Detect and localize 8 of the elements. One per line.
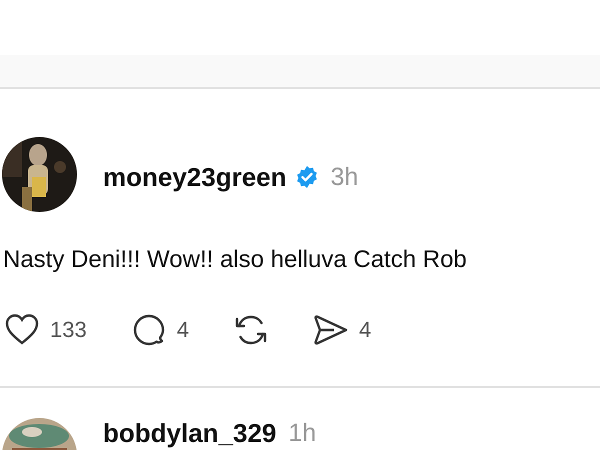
post-time: 1h: [288, 420, 316, 446]
post-text: Nasty Deni!!! Wow!! also helluva Catch Rob: [3, 246, 468, 274]
username[interactable]: bobdylan_329: [103, 420, 276, 446]
share-button[interactable]: 4: [312, 312, 372, 348]
reply-button[interactable]: 4: [130, 312, 189, 348]
username[interactable]: money23green: [103, 164, 287, 190]
like-button[interactable]: 133: [4, 312, 87, 348]
post-time: 3h: [330, 164, 358, 190]
